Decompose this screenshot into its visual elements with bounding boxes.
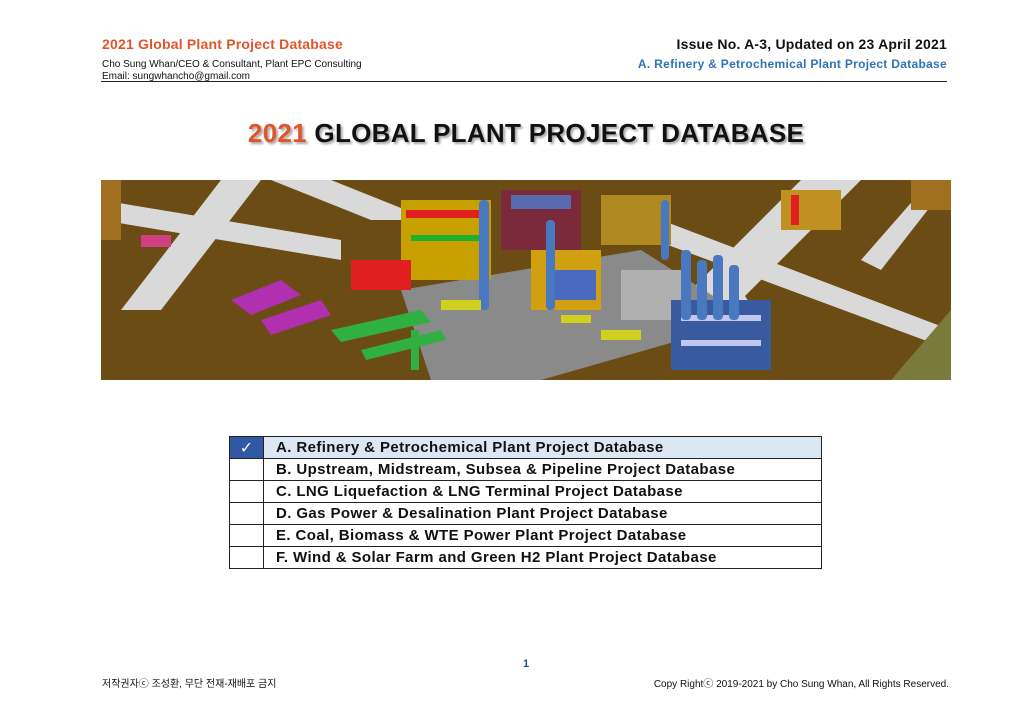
database-item-label[interactable]: C. LNG Liquefaction & LNG Terminal Proje… <box>263 480 822 503</box>
check-cell-empty <box>229 546 264 569</box>
header-divider <box>101 81 947 82</box>
database-item-label[interactable]: B. Upstream, Midstream, Subsea & Pipelin… <box>263 458 822 481</box>
database-item-e[interactable]: E. Coal, Biomass & WTE Power Plant Proje… <box>229 524 822 547</box>
header-title: 2021 Global Plant Project Database <box>102 36 344 52</box>
page-number: 1 <box>522 658 530 670</box>
check-cell-empty <box>229 480 264 503</box>
database-item-d[interactable]: D. Gas Power & Desalination Plant Projec… <box>229 502 822 525</box>
check-icon: ✓ <box>229 436 264 459</box>
header-database: A. Refinery & Petrochemical Plant Projec… <box>637 57 947 71</box>
database-item-label[interactable]: D. Gas Power & Desalination Plant Projec… <box>263 502 822 525</box>
database-item-f[interactable]: F. Wind & Solar Farm and Green H2 Plant … <box>229 546 822 569</box>
database-item-label[interactable]: E. Coal, Biomass & WTE Power Plant Proje… <box>263 524 822 547</box>
plant-3d-model-image <box>101 180 951 380</box>
database-index-table: ✓ A. Refinery & Petrochemical Plant Proj… <box>229 436 822 569</box>
page-title: 2021 GLOBAL PLANT PROJECT DATABASE <box>0 118 1020 149</box>
check-cell-empty <box>229 458 264 481</box>
footer-copyright-korean: 저작권자ⓒ 조성환, 무단 전재-재배포 금지 <box>102 679 277 690</box>
database-item-label[interactable]: F. Wind & Solar Farm and Green H2 Plant … <box>263 546 822 569</box>
check-cell-empty <box>229 524 264 547</box>
database-item-c[interactable]: C. LNG Liquefaction & LNG Terminal Proje… <box>229 480 822 503</box>
header-left: 2021 Global Plant Project Database Cho S… <box>102 36 362 83</box>
page-title-year: 2021 <box>247 118 307 148</box>
database-item-b[interactable]: B. Upstream, Midstream, Subsea & Pipelin… <box>229 458 822 481</box>
header-right: Issue No. A-3, Updated on 23 April 2021 … <box>638 36 947 71</box>
footer-copyright: Copy Rightⓒ 2019-2021 by Cho Sung Whan, … <box>653 679 949 690</box>
database-item-label[interactable]: A. Refinery & Petrochemical Plant Projec… <box>263 436 822 459</box>
header-author: Cho Sung Whan/CEO & Consultant, Plant EP… <box>102 59 362 70</box>
header-issue: Issue No. A-3, Updated on 23 April 2021 <box>676 36 947 52</box>
page-title-text: GLOBAL PLANT PROJECT DATABASE <box>306 118 805 148</box>
database-item-a[interactable]: ✓ A. Refinery & Petrochemical Plant Proj… <box>229 436 822 459</box>
check-cell-empty <box>229 502 264 525</box>
